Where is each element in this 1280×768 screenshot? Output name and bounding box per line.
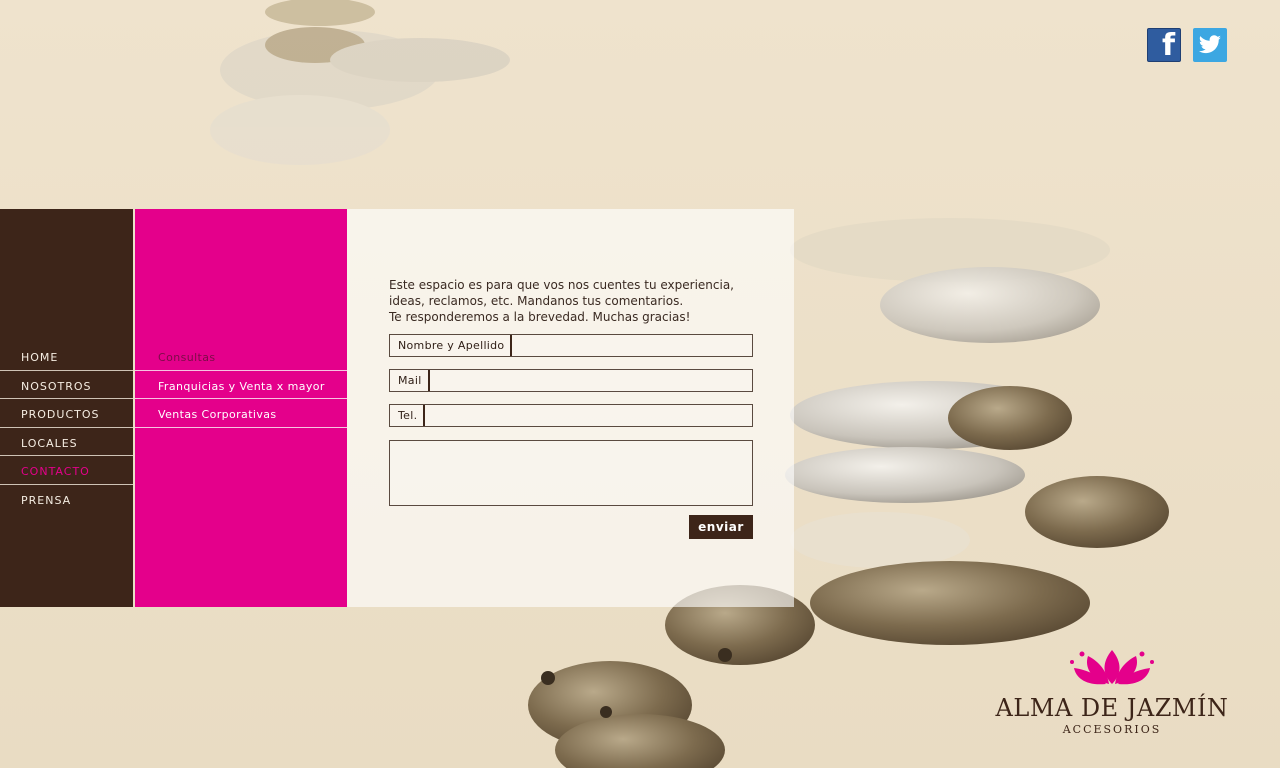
intro-line: Te responderemos a la brevedad. Muchas g… — [389, 310, 691, 324]
tel-field: Tel. — [389, 404, 753, 427]
nav-item-contacto[interactable]: CONTACTO — [0, 456, 133, 485]
facebook-icon[interactable]: f — [1147, 28, 1181, 62]
main-nav-list: HOME NOSOTROS PRODUCTOS LOCALES CONTACTO… — [0, 342, 133, 513]
subnav-item-ventas-corporativas[interactable]: Ventas Corporativas — [135, 399, 347, 428]
twitter-icon[interactable] — [1193, 28, 1227, 62]
nav-item-productos[interactable]: PRODUCTOS — [0, 399, 133, 428]
sub-nav-list: Consultas Franquicias y Venta x mayor Ve… — [135, 342, 347, 428]
logo-subtitle: ACCESORIOS — [1062, 723, 1162, 736]
contact-intro: Este espacio es para que vos nos cuentes… — [389, 277, 769, 325]
mail-label: Mail — [390, 370, 430, 391]
logo-name: ALMA DE JAZMÍN — [995, 694, 1229, 722]
name-label: Nombre y Apellido — [390, 335, 513, 356]
send-button[interactable]: enviar — [689, 515, 753, 539]
intro-line: Este espacio es para que vos nos cuentes… — [389, 278, 734, 292]
subnav-item-consultas[interactable]: Consultas — [135, 342, 347, 371]
mail-field: Mail — [389, 369, 753, 392]
intro-line: ideas, reclamos, etc. Mandanos tus comen… — [389, 294, 684, 308]
subnav-item-franquicias[interactable]: Franquicias y Venta x mayor — [135, 371, 347, 399]
tel-input[interactable] — [425, 405, 752, 426]
name-field: Nombre y Apellido — [389, 334, 753, 357]
sub-nav: Consultas Franquicias y Venta x mayor Ve… — [135, 209, 347, 607]
mail-input[interactable] — [429, 370, 752, 391]
message-textarea[interactable] — [389, 440, 753, 506]
nav-item-locales[interactable]: LOCALES — [0, 428, 133, 456]
nav-item-prensa[interactable]: PRENSA — [0, 485, 133, 514]
social-links: f — [1147, 28, 1227, 62]
main-nav: HOME NOSOTROS PRODUCTOS LOCALES CONTACTO… — [0, 209, 133, 607]
twitter-bird-icon — [1199, 35, 1221, 54]
lotus-flower-icon — [1070, 650, 1154, 685]
brand-logo: ALMA DE JAZMÍN ACCESORIOS — [994, 648, 1230, 736]
nav-item-nosotros[interactable]: NOSOTROS — [0, 371, 133, 399]
tel-label: Tel. — [390, 405, 426, 426]
name-input[interactable] — [512, 335, 752, 356]
nav-item-home[interactable]: HOME — [0, 342, 133, 371]
contact-panel: Este espacio es para que vos nos cuentes… — [347, 209, 794, 607]
